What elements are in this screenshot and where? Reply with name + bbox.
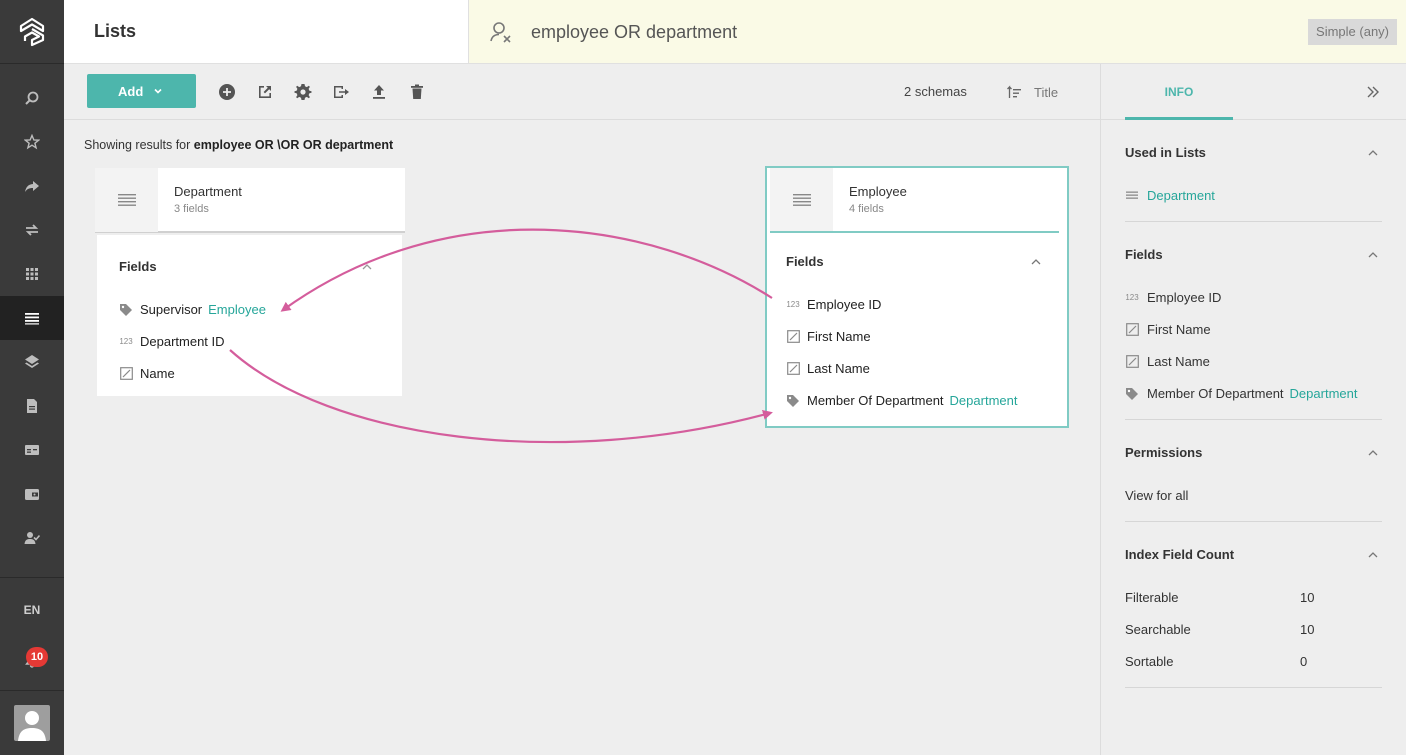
relation-arrow-department-to-employee <box>229 349 773 444</box>
info-panel: INFO Used in Lists Department Fields 123… <box>1100 64 1406 755</box>
section-permissions-title: Permissions <box>1125 445 1203 460</box>
section-divider <box>1125 221 1382 222</box>
chevron-up-icon[interactable] <box>1367 147 1379 159</box>
text-icon <box>1125 355 1139 369</box>
index-label: Sortable <box>1125 654 1174 669</box>
panel-field-reference-link[interactable]: Department <box>1290 386 1358 401</box>
panel-field-row: 123 Employee ID <box>1125 290 1221 305</box>
list-icon <box>1125 189 1139 203</box>
chevron-up-icon[interactable] <box>1367 549 1379 561</box>
section-fields-title: Fields <box>1125 247 1163 262</box>
used-in-list-link[interactable]: Department <box>1125 188 1215 203</box>
text-icon <box>1125 323 1139 337</box>
tab-info[interactable]: INFO <box>1125 64 1233 120</box>
permissions-value: View for all <box>1125 488 1189 503</box>
section-divider <box>1125 521 1382 522</box>
section-divider <box>1125 419 1382 420</box>
panel-tabbar: INFO <box>1101 64 1406 120</box>
panel-field-label: Member Of Department <box>1147 386 1284 401</box>
tag-icon <box>1125 387 1139 401</box>
section-index-title: Index Field Count <box>1125 547 1235 562</box>
chevron-up-icon[interactable] <box>1367 447 1379 459</box>
number-icon: 123 <box>1125 293 1139 302</box>
panel-field-row: First Name <box>1125 322 1211 337</box>
index-value: 10 <box>1300 622 1315 637</box>
panel-field-row: Last Name <box>1125 354 1210 369</box>
panel-field-row: Member Of Department Department <box>1125 386 1357 401</box>
index-value: 10 <box>1300 590 1315 605</box>
relation-arrows <box>229 228 773 444</box>
panel-field-label: Employee ID <box>1147 290 1222 305</box>
chevron-up-icon[interactable] <box>1367 249 1379 261</box>
section-divider <box>1125 687 1382 688</box>
used-in-list-label: Department <box>1147 188 1215 203</box>
panel-field-label: First Name <box>1147 322 1211 337</box>
search-mode-select[interactable]: Simple (any) <box>1308 19 1397 45</box>
index-value: 0 <box>1300 654 1308 669</box>
index-label: Filterable <box>1125 590 1179 605</box>
section-used-in-lists-title: Used in Lists <box>1125 145 1206 160</box>
panel-field-label: Last Name <box>1147 354 1210 369</box>
index-label: Searchable <box>1125 622 1191 637</box>
collapse-panel-icon[interactable] <box>1363 82 1383 102</box>
relation-arrow-employee-to-department <box>280 228 773 312</box>
